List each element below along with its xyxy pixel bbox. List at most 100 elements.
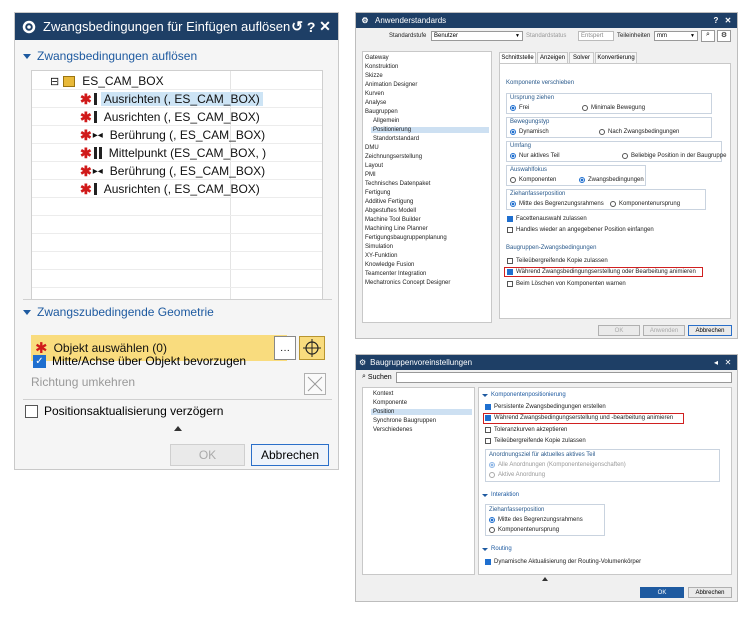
checkbox-unchecked[interactable] — [25, 404, 38, 418]
radio-active-arrangement[interactable]: Aktive Anordnung — [489, 472, 545, 478]
crosshair-icon[interactable] — [299, 336, 325, 360]
nav-item[interactable]: Gateway — [365, 55, 389, 61]
nav-item[interactable]: Technisches Datenpaket — [365, 181, 430, 187]
tree-row[interactable]: ✱ Ausrichten (, ES_CAM_BOX) — [80, 108, 263, 126]
section-positioning[interactable]: Komponentenpositionierung — [482, 392, 566, 398]
check-animate[interactable]: Während Zwangsbedingungserstellung oder … — [507, 269, 696, 275]
radio-min-move[interactable]: Minimale Bewegung — [582, 105, 645, 111]
nav-item[interactable]: Layout — [365, 163, 383, 169]
nav-item[interactable]: Allgemein — [373, 118, 399, 124]
nav-item[interactable]: Machining Line Planner — [365, 226, 428, 232]
nav-item[interactable]: Additive Fertigung — [365, 199, 413, 205]
delay-update-option[interactable]: Positionsaktualisierung verzögern — [25, 404, 223, 418]
tree-root[interactable]: ⊟ ES_CAM_BOX — [50, 72, 167, 90]
radio-active-part[interactable]: Nur aktives Teil — [510, 153, 560, 159]
nav-item[interactable]: Konstruktion — [365, 64, 398, 70]
check-cross-copy[interactable]: Teileübergreifende Kopie zulassen — [485, 438, 586, 444]
radio-component-origin[interactable]: Komponentenursprung — [489, 527, 559, 533]
check-cross-copy[interactable]: Teileübergreifende Kopie zulassen — [507, 258, 608, 264]
search-input[interactable] — [396, 372, 732, 383]
section-resolve-constraints[interactable]: Zwangsbedingungen auflösen — [23, 49, 197, 63]
check-handles[interactable]: Handles wieder an angegebener Position e… — [507, 227, 654, 233]
tree-row[interactable]: ✱ Mittelpunkt (ES_CAM_BOX, ) — [80, 144, 269, 162]
std-level-dropdown[interactable]: Benutzer ▼ — [431, 31, 523, 41]
radio-all-arrangements[interactable]: Alle Anordnungen (Komponenteneigenschaft… — [489, 462, 626, 468]
radio-component-origin[interactable]: Komponentenursprung — [610, 201, 680, 207]
cancel-button[interactable]: Abbrechen — [688, 587, 732, 598]
radio-components[interactable]: Komponenten — [510, 177, 556, 183]
binoculars-icon[interactable]: ⌕ — [701, 30, 715, 42]
check-facet[interactable]: Facettenauswahl zulassen — [507, 216, 587, 222]
close-icon[interactable]: ✕ — [722, 16, 734, 25]
ok-button[interactable]: OK — [598, 325, 640, 336]
collapse-up-icon[interactable] — [174, 426, 182, 431]
collapse-up-icon[interactable] — [542, 577, 548, 581]
nav-item[interactable]: Kontext — [373, 391, 393, 397]
nav-item[interactable]: Abgestuftes Modell — [365, 208, 416, 214]
constraint-tree[interactable]: ⊟ ES_CAM_BOX ✱ Ausrichten (, ES_CAM_BOX)… — [31, 70, 323, 300]
section-interaction[interactable]: Interaktion — [482, 492, 519, 498]
category-tree[interactable]: Gateway Konstruktion Skizze Animation De… — [362, 51, 492, 323]
section-geometry[interactable]: Zwangszubedingende Geometrie — [23, 305, 214, 319]
radio-free[interactable]: Frei — [510, 105, 529, 111]
help-icon[interactable]: ? — [710, 16, 722, 25]
tree-row[interactable]: ✱ ▸◂ Berührung (, ES_CAM_BOX) — [80, 126, 268, 144]
close-icon[interactable]: ✕ — [318, 18, 332, 35]
radio-any-position[interactable]: Beliebige Position in der Baugruppe — [622, 153, 726, 159]
nav-item-selected[interactable]: Positionierung — [371, 127, 489, 133]
nav-item[interactable]: Simulation — [365, 244, 393, 250]
cancel-button[interactable]: Abbrechen — [688, 325, 732, 336]
radio-constraints[interactable]: Zwangsbedingungen — [579, 177, 644, 183]
check-tolerance[interactable]: Toleranzkurven akzeptieren — [485, 427, 567, 433]
radio-bbox-center[interactable]: Mitte des Begrenzungsrahmens — [489, 517, 583, 523]
nav-item[interactable]: Fertigung — [365, 190, 390, 196]
radio-bbox-center[interactable]: Mitte des Begrenzungsrahmens — [510, 201, 604, 207]
nav-item[interactable]: Baugruppen — [365, 109, 398, 115]
nav-item[interactable]: Verschiedenes — [373, 427, 412, 433]
nav-item[interactable]: PMI — [365, 172, 376, 178]
nav-item[interactable]: Teamcenter Integration — [365, 271, 426, 277]
tree-row[interactable]: ✱ Ausrichten (, ES_CAM_BOX) — [80, 90, 263, 108]
nav-item[interactable]: Knowledge Fusion — [365, 262, 414, 268]
check-persist[interactable]: Persistente Zwangsbedingungen erstellen — [485, 404, 606, 410]
ok-button[interactable]: OK — [640, 587, 684, 598]
check-routing[interactable]: Dynamische Aktualisierung der Routing-Vo… — [485, 559, 641, 565]
checkbox-checked[interactable]: ✓ — [33, 354, 46, 368]
nav-item[interactable]: Fertigungsbaugruppenplanung — [365, 235, 447, 241]
ok-button[interactable]: OK — [170, 444, 245, 466]
nav-item[interactable]: Synchrone Baugruppen — [373, 418, 436, 424]
nav-item[interactable]: Skizze — [365, 73, 383, 79]
cancel-button[interactable]: Abbrechen — [251, 444, 329, 466]
reset-icon[interactable]: ↺ — [290, 18, 304, 35]
prefer-center-option[interactable]: ✓ Mitte/Achse über Objekt bevorzugen — [33, 354, 246, 368]
nav-item[interactable]: Standortstandard — [373, 136, 419, 142]
nav-item[interactable]: Machine Tool Builder — [365, 217, 421, 223]
radio-after[interactable]: Nach Zwangsbedingungen — [599, 129, 679, 135]
help-icon[interactable]: ? — [304, 19, 318, 35]
point-dialog-button[interactable]: ··· — [274, 336, 296, 360]
check-warn-delete[interactable]: Beim Löschen von Komponenten warnen — [507, 281, 626, 287]
nav-item[interactable]: Analyse — [365, 100, 386, 106]
close-icon[interactable]: ✕ — [722, 358, 734, 367]
apply-button[interactable]: Anwenden — [643, 325, 685, 336]
nav-item[interactable]: Komponente — [373, 400, 407, 406]
dialog-title-bar: Zwangsbedingungen für Einfügen auflösen … — [15, 13, 338, 40]
nav-item[interactable]: Animation Designer — [365, 82, 417, 88]
collapse-icon[interactable]: ◂ — [710, 358, 722, 367]
nav-item[interactable]: Mechatronics Concept Designer — [365, 280, 450, 286]
nav-item[interactable]: XY-Funktion — [365, 253, 397, 259]
nav-item[interactable]: Kurven — [365, 91, 384, 97]
tree-row[interactable]: ✱ ▸◂ Berührung (, ES_CAM_BOX) — [80, 162, 268, 180]
tree-row[interactable]: ✱ Ausrichten (, ES_CAM_BOX) — [80, 180, 263, 198]
section-routing[interactable]: Routing — [482, 546, 512, 552]
nav-item[interactable]: DMU — [365, 145, 379, 151]
std-status-dropdown[interactable]: Entspert — [578, 31, 614, 41]
reverse-direction-icon[interactable] — [304, 373, 326, 395]
radio-dynamic[interactable]: Dynamisch — [510, 129, 549, 135]
nav-item[interactable]: Zeichnungserstellung — [365, 154, 422, 160]
unit-dropdown[interactable]: mm ▼ — [654, 31, 698, 41]
nav-item-selected[interactable]: Position — [371, 409, 472, 415]
settings-icon[interactable]: ⚙ — [717, 30, 731, 42]
check-animate[interactable]: Während Zwangsbedingungserstellung und -… — [485, 415, 673, 421]
category-tree[interactable]: Kontext Komponente Position Synchrone Ba… — [362, 387, 475, 575]
